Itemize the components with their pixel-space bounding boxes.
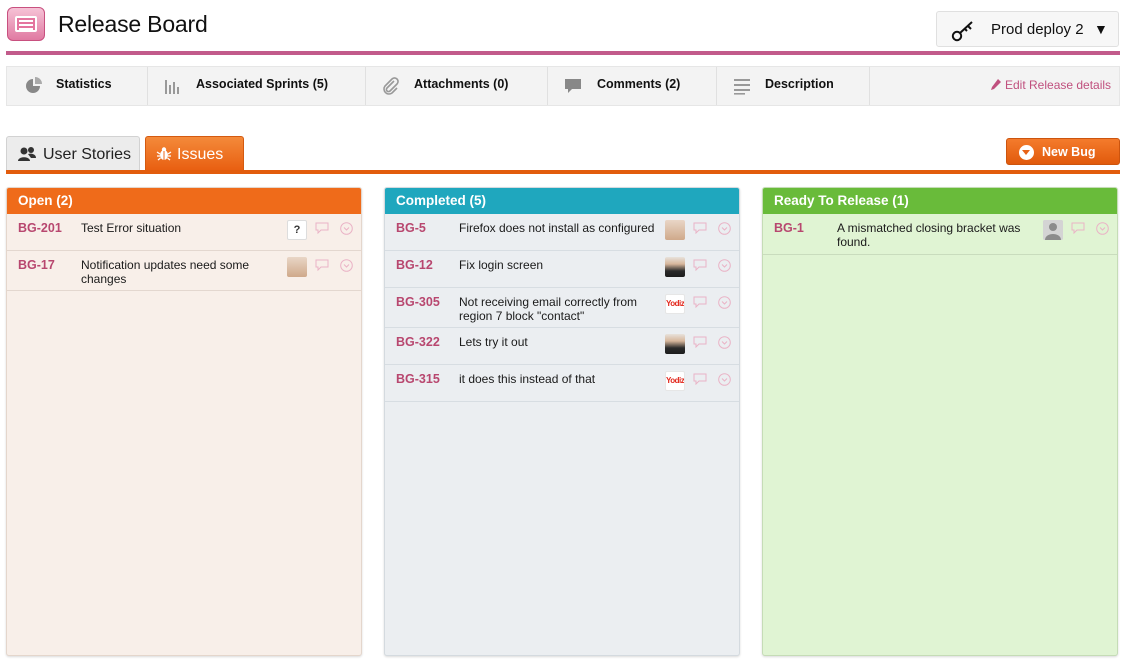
lines-icon — [734, 79, 750, 95]
pencil-icon — [991, 79, 1001, 90]
comment-icon[interactable] — [693, 336, 707, 348]
paperclip-icon — [383, 77, 399, 95]
toolbar-label: Description — [765, 77, 834, 91]
comment-icon[interactable] — [693, 296, 707, 308]
comment-icon[interactable] — [693, 373, 707, 385]
chevron-down-icon: ▼ — [1094, 21, 1108, 37]
toolbar-description[interactable]: Description — [717, 67, 870, 105]
issue-card[interactable]: BG-305 Not receiving email correctly fro… — [385, 288, 739, 328]
tab-label: User Stories — [43, 146, 132, 163]
column-ready-to-release: Ready To Release (1) BG-1 A mismatched c… — [762, 187, 1118, 656]
tab-label: Issues — [177, 146, 224, 163]
toolbar-attachments[interactable]: Attachments (0) — [366, 67, 548, 105]
chevron-down-circle-icon[interactable] — [718, 373, 731, 386]
issue-id[interactable]: BG-322 — [396, 335, 440, 349]
avatar[interactable] — [665, 334, 685, 354]
release-selector[interactable]: Prod deploy 2 ▼ — [936, 11, 1119, 47]
edit-release-label: Edit Release details — [1005, 78, 1112, 92]
avatar[interactable] — [287, 257, 307, 277]
issue-title: A mismatched closing bracket was found. — [837, 221, 1021, 249]
column-open: Open (2) BG-201 Test Error situation ? B… — [6, 187, 362, 656]
users-icon — [18, 147, 36, 161]
header-divider — [6, 51, 1120, 55]
comment-icon[interactable] — [315, 222, 329, 234]
issue-id[interactable]: BG-17 — [18, 258, 55, 272]
avatar[interactable]: Yodiz — [665, 371, 685, 391]
toolbar-label: Statistics — [56, 77, 112, 91]
issue-id[interactable]: BG-5 — [396, 221, 426, 235]
issue-card[interactable]: BG-5 Firefox does not install as configu… — [385, 214, 739, 251]
column-title: Open (2) — [7, 188, 361, 214]
chevron-down-circle-icon[interactable] — [718, 296, 731, 309]
chevron-down-circle-icon[interactable] — [718, 336, 731, 349]
column-title: Completed (5) — [385, 188, 739, 214]
issue-card[interactable]: BG-315 it does this instead of that Yodi… — [385, 365, 739, 402]
chevron-down-circle-icon[interactable] — [340, 222, 353, 235]
avatar[interactable]: ? — [287, 220, 307, 240]
tab-issues[interactable]: Issues — [145, 136, 244, 171]
toolbar-label: Attachments (0) — [414, 77, 509, 91]
issue-title: it does this instead of that — [459, 372, 596, 386]
comment-icon[interactable] — [315, 259, 329, 271]
issue-id[interactable]: BG-12 — [396, 258, 433, 272]
avatar[interactable] — [665, 257, 685, 277]
issue-id[interactable]: BG-305 — [396, 295, 440, 309]
issue-id[interactable]: BG-315 — [396, 372, 440, 386]
new-bug-button[interactable]: New Bug — [1006, 138, 1120, 165]
bar-chart-icon — [165, 80, 179, 94]
avatar[interactable] — [1043, 220, 1063, 240]
column-title: Ready To Release (1) — [763, 188, 1117, 214]
issue-title: Lets try it out — [459, 335, 528, 349]
toolbar-label: Associated Sprints (5) — [196, 77, 328, 91]
issue-id[interactable]: BG-201 — [18, 221, 62, 235]
key-icon — [951, 21, 973, 42]
issue-card[interactable]: BG-12 Fix login screen — [385, 251, 739, 288]
release-board-icon — [7, 7, 45, 41]
column-completed: Completed (5) BG-5 Firefox does not inst… — [384, 187, 740, 656]
avatar[interactable]: Yodiz — [665, 294, 685, 314]
header: Release Board Prod deploy 2 ▼ — [0, 0, 1126, 56]
toolbar-associated-sprints[interactable]: Associated Sprints (5) — [148, 67, 366, 105]
tabs-divider — [6, 170, 1120, 174]
chevron-down-circle-icon[interactable] — [1096, 222, 1109, 235]
comment-icon[interactable] — [1071, 222, 1085, 234]
issue-title: Notification updates need some changes — [81, 258, 250, 286]
chevron-down-circle-icon[interactable] — [340, 259, 353, 272]
comment-icon[interactable] — [693, 259, 707, 271]
comment-icon[interactable] — [693, 222, 707, 234]
bug-icon — [156, 147, 172, 161]
issue-card[interactable]: BG-201 Test Error situation ? — [7, 214, 361, 251]
issue-card[interactable]: BG-1 A mismatched closing bracket was fo… — [763, 214, 1117, 255]
issue-title: Not receiving email correctly from regio… — [459, 295, 638, 323]
new-bug-label: New Bug — [1042, 145, 1096, 159]
chevron-down-circle-icon[interactable] — [718, 222, 731, 235]
toolbar-comments[interactable]: Comments (2) — [548, 67, 717, 105]
person-icon — [1043, 220, 1063, 240]
issue-title: Test Error situation — [81, 221, 182, 235]
issue-title: Fix login screen — [459, 258, 544, 272]
tab-user-stories[interactable]: User Stories — [6, 136, 140, 171]
edit-release-link[interactable]: Edit Release details — [991, 78, 1111, 92]
issue-card[interactable]: BG-322 Lets try it out — [385, 328, 739, 365]
speech-bubble-icon — [565, 79, 581, 93]
avatar[interactable] — [665, 220, 685, 240]
toolbar-statistics[interactable]: Statistics — [7, 67, 148, 105]
issue-card[interactable]: BG-17 Notification updates need some cha… — [7, 251, 361, 291]
chevron-down-circle-icon — [1019, 145, 1034, 160]
page-title: Release Board — [58, 11, 208, 37]
release-toolbar: Statistics Associated Sprints (5) Attach… — [6, 66, 1120, 106]
release-selector-label: Prod deploy 2 — [991, 21, 1084, 38]
pie-chart-icon — [26, 77, 42, 93]
toolbar-label: Comments (2) — [597, 77, 681, 91]
chevron-down-circle-icon[interactable] — [718, 259, 731, 272]
issue-id[interactable]: BG-1 — [774, 221, 804, 235]
issue-title: Firefox does not install as configured — [459, 221, 655, 235]
